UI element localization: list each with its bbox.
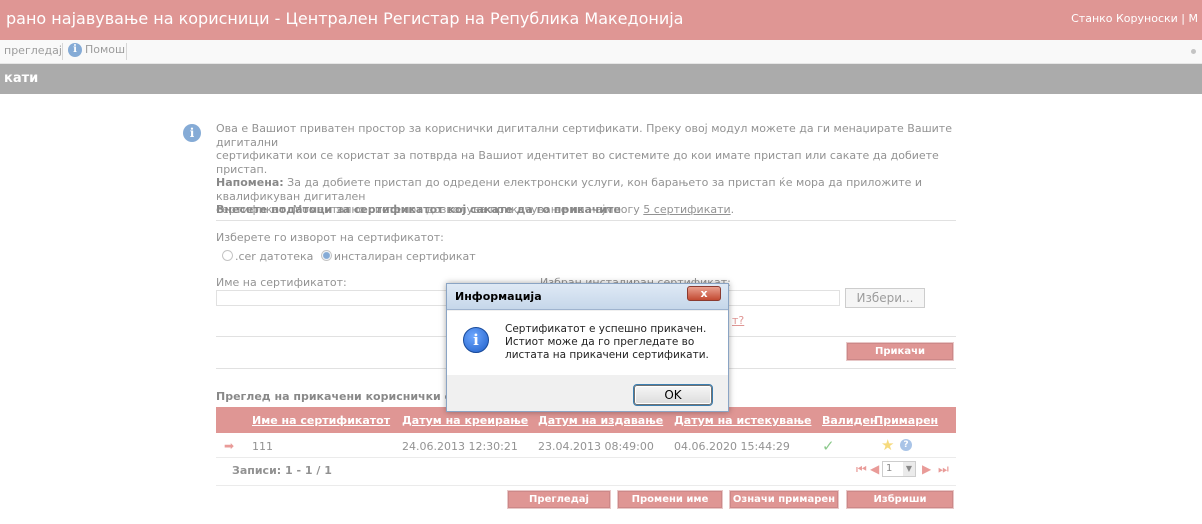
dialog-title-bar: Информација x	[447, 284, 728, 310]
dialog-message: Сертификатот е успешно прикачен. Истиот …	[505, 323, 709, 361]
dialog-body: i Сертификатот е успешно прикачен. Истио…	[447, 311, 728, 375]
close-icon[interactable]: x	[687, 286, 721, 301]
ok-button[interactable]: OK	[633, 384, 713, 406]
dialog-title: Информација	[455, 290, 542, 303]
modal-overlay	[0, 0, 1202, 524]
info-dialog: Информација x i Сертификатот е успешно п…	[446, 283, 729, 412]
info-icon: i	[463, 327, 489, 353]
